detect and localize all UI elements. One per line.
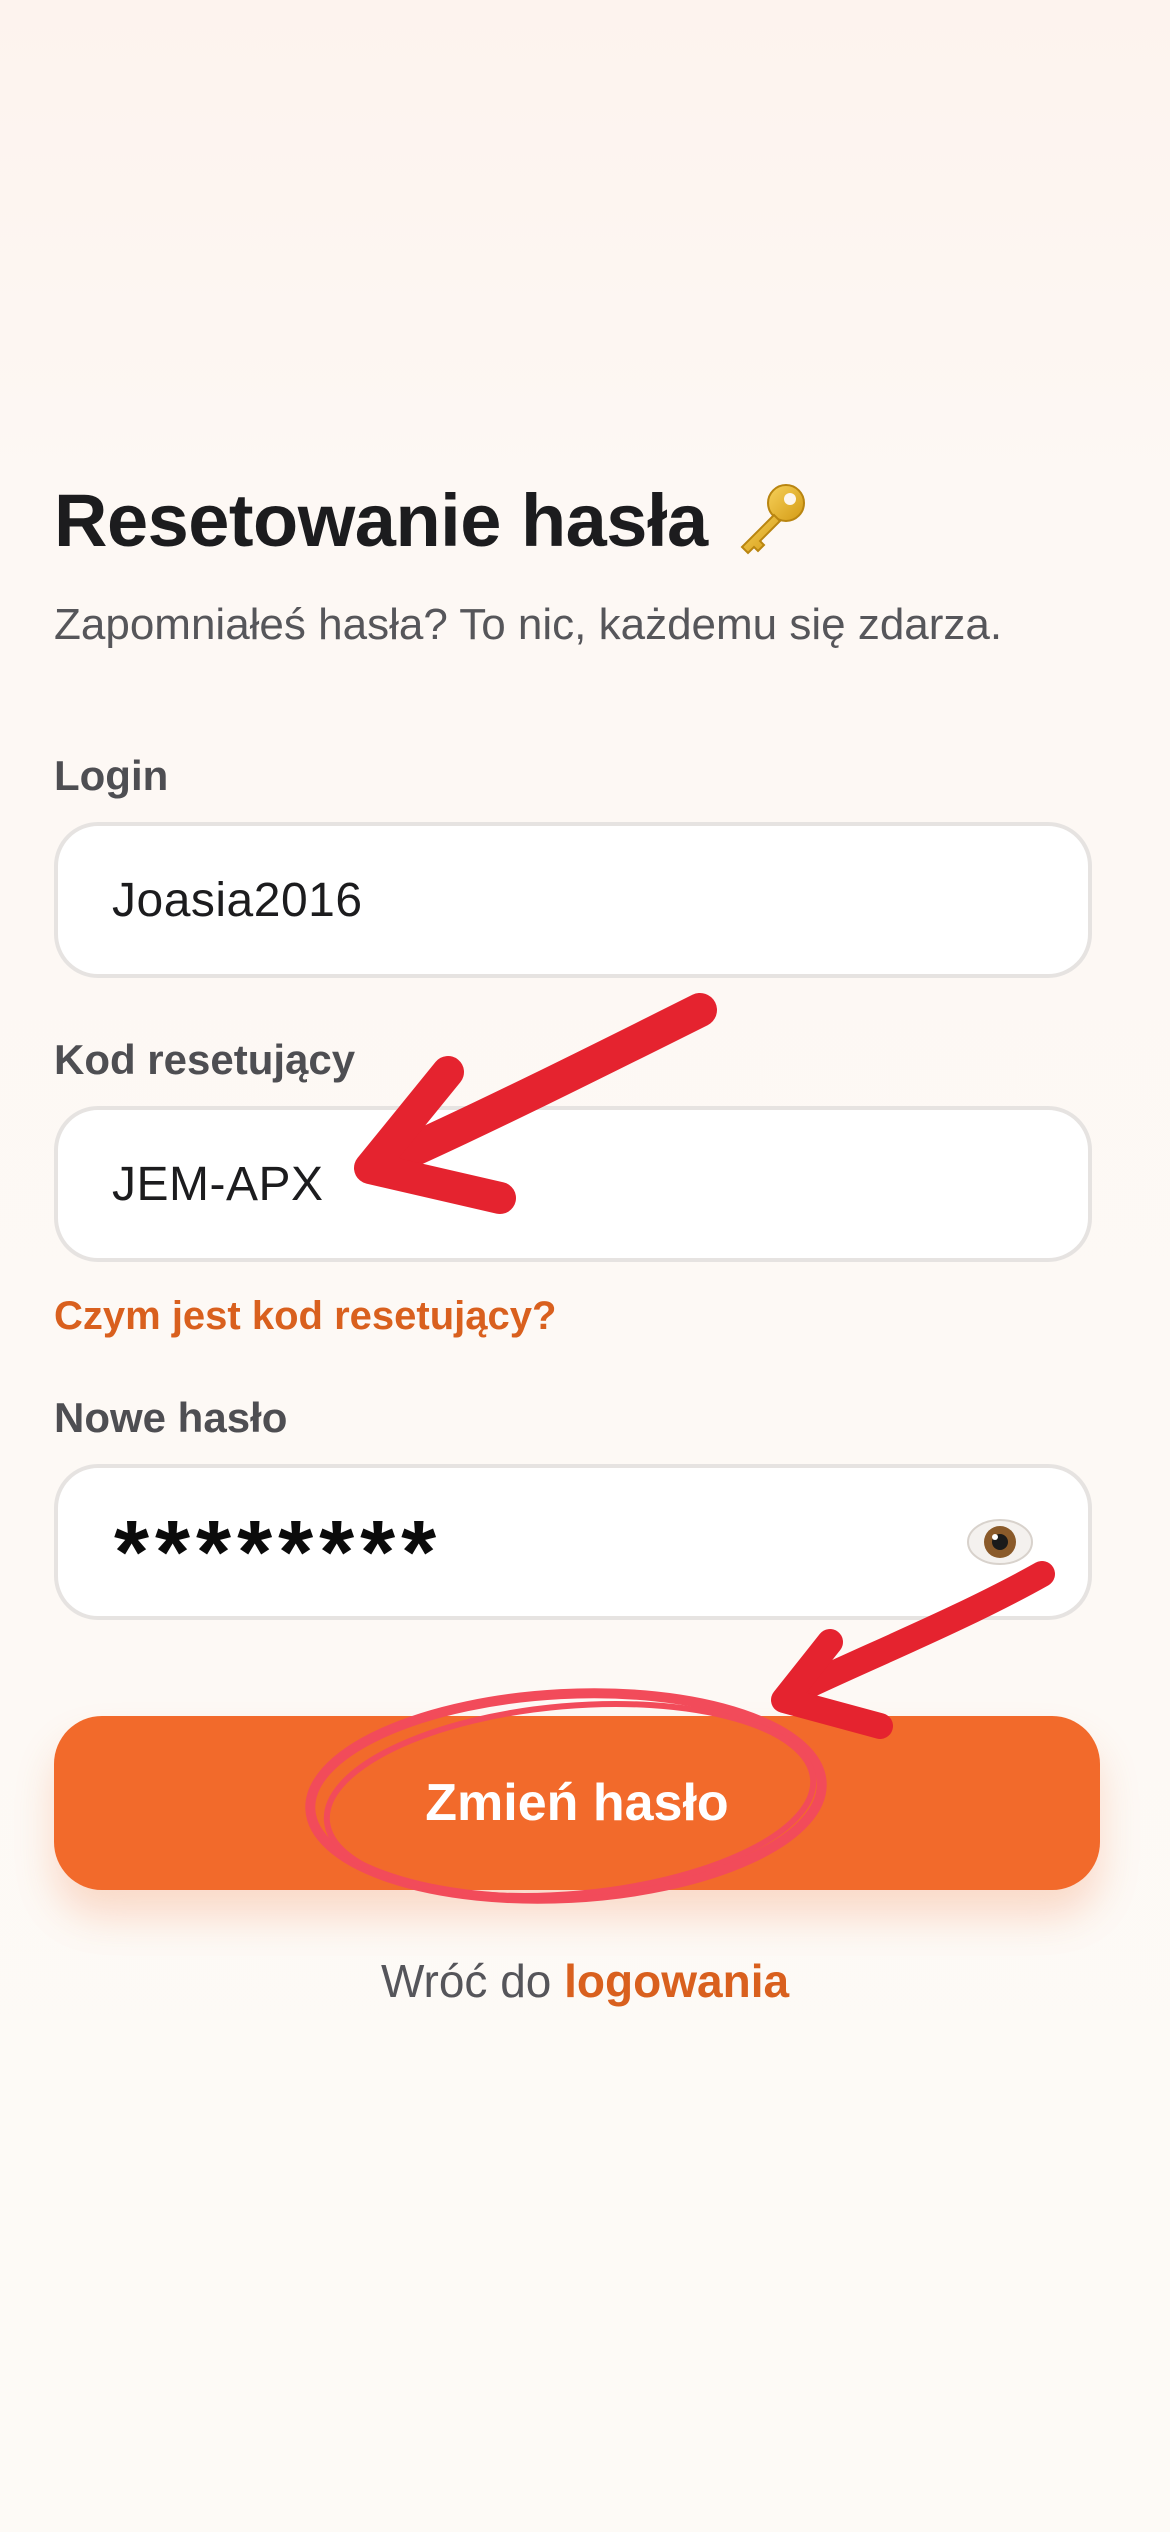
page-subtitle: Zapomniałeś hasła? To nic, każdemu się z… — [54, 600, 1003, 649]
login-field[interactable]: Joasia2016 — [54, 822, 1092, 978]
reset-code-field[interactable]: JEM-APX — [54, 1106, 1092, 1262]
new-password-field[interactable]: ******** — [54, 1464, 1092, 1620]
reset-password-screen: Resetowanie hasła Zapomniałeś hasła? To … — [0, 0, 1170, 2532]
back-prefix-text: Wróć do — [380, 1955, 552, 2007]
new-password-label: Nowe hasło — [54, 1394, 288, 1441]
key-icon — [728, 479, 812, 563]
annotation-arrowhead-submit — [771, 1629, 893, 1739]
page-title: Resetowanie hasła — [54, 478, 812, 563]
back-to-login: Wróć do logowania — [0, 1954, 1170, 2008]
reset-code-label: Kod resetujący — [54, 1036, 356, 1083]
page-title-text: Resetowanie hasła — [54, 479, 708, 562]
new-password-value: ******** — [114, 1503, 443, 1603]
annotation-overlay — [305, 993, 1055, 1904]
login-field-value: Joasia2016 — [112, 873, 363, 927]
login-label: Login — [54, 752, 169, 799]
reset-code-field-value: JEM-APX — [112, 1157, 324, 1211]
back-to-login-link[interactable]: logowania — [564, 1955, 789, 2007]
reset-code-help-link[interactable]: Czym jest kod resetujący? — [54, 1294, 556, 1339]
change-password-button[interactable]: Zmień hasło — [54, 1716, 1100, 1890]
eye-icon[interactable] — [964, 1514, 1036, 1570]
